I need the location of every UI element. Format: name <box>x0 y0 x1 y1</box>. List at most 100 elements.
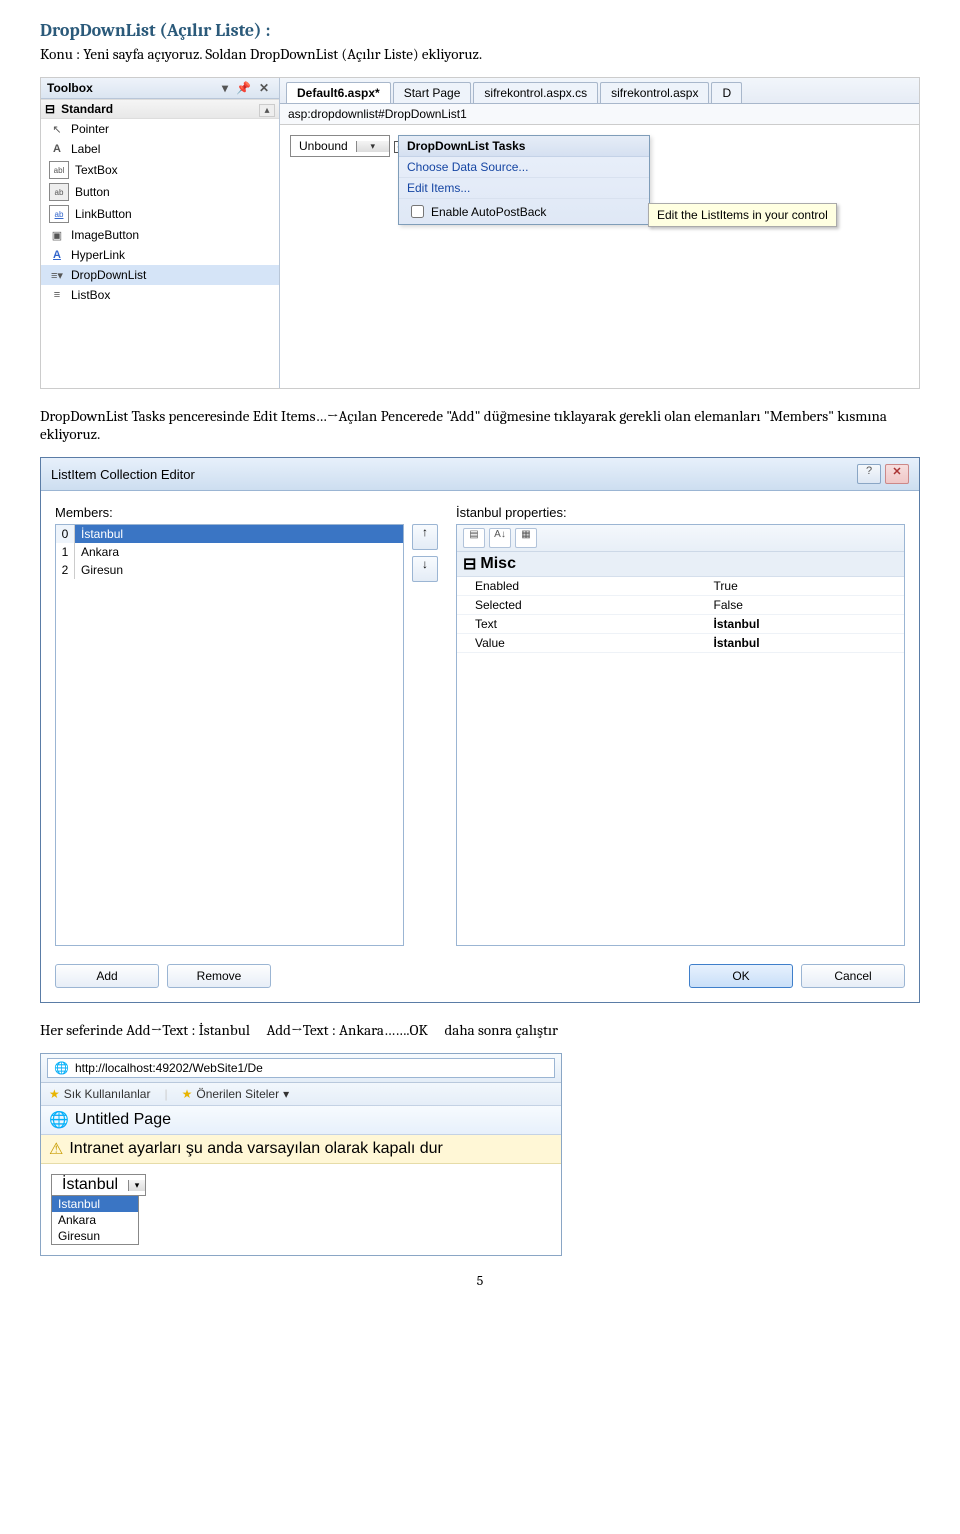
ddl-text: Unbound <box>291 139 356 153</box>
ie-page-icon: 🌐 <box>49 1110 69 1130</box>
move-up-button[interactable]: ↑ <box>412 524 438 550</box>
toolbox-header: Toolbox ▾ 📌 ✕ <box>41 78 279 99</box>
tab-more[interactable]: D <box>711 82 742 103</box>
designer-panel: Default6.aspx* Start Page sifrekontrol.a… <box>280 78 919 388</box>
breadcrumb[interactable]: asp:dropdownlist#DropDownList1 <box>280 104 919 125</box>
category-label: Standard <box>61 102 113 116</box>
toolbox-item-listbox[interactable]: ≡ListBox <box>41 285 279 305</box>
page-title: Untitled Page <box>75 1111 171 1129</box>
ie-page-icon: 🌐 <box>54 1061 69 1075</box>
dropdown-option-0[interactable]: Istanbul <box>52 1196 138 1212</box>
tab-sifrekontrol-aspx[interactable]: sifrekontrol.aspx <box>600 82 709 103</box>
smart-tasks-panel: DropDownList Tasks Choose Data Source...… <box>398 135 650 225</box>
toolbox-item-textbox[interactable]: ablTextBox <box>41 159 279 181</box>
chevron-down-icon[interactable]: ▾ <box>218 81 232 95</box>
toolbox-title: Toolbox <box>47 81 93 95</box>
infobar-text: Intranet ayarları şu anda varsayılan ola… <box>69 1140 443 1158</box>
close-icon[interactable]: ✕ <box>885 464 909 484</box>
information-bar[interactable]: ⚠ Intranet ayarları şu anda varsayılan o… <box>41 1135 561 1164</box>
dropdownlist-icon: ≡▾ <box>49 267 65 283</box>
imagebutton-icon: ▣ <box>49 227 65 243</box>
toolbox-panel: Toolbox ▾ 📌 ✕ ⊟ Standard ▴ ↖Pointer ALab… <box>41 78 280 388</box>
prop-row-enabled[interactable]: EnabledTrue <box>457 577 904 596</box>
url-field[interactable]: 🌐 http://localhost:49202/WebSite1/De <box>47 1058 555 1078</box>
warning-icon: ⚠ <box>49 1139 63 1159</box>
page-tab[interactable]: 🌐 Untitled Page <box>41 1106 561 1135</box>
member-row-0[interactable]: 0İstanbul <box>56 525 403 543</box>
prop-category-misc[interactable]: ⊟Misc <box>457 552 904 577</box>
prop-row-value[interactable]: Valueİstanbul <box>457 634 904 653</box>
help-icon[interactable]: ? <box>857 464 881 484</box>
pointer-icon: ↖ <box>49 121 65 137</box>
ok-button[interactable]: OK <box>689 964 793 988</box>
cancel-button[interactable]: Cancel <box>801 964 905 988</box>
dropdown-select[interactable]: İstanbul <box>51 1174 146 1196</box>
chevron-down-icon[interactable] <box>356 141 389 152</box>
hyperlink-icon: A <box>49 247 65 263</box>
suggested-sites-link[interactable]: ★Önerilen Siteler <box>182 1087 290 1101</box>
url-text: http://localhost:49202/WebSite1/De <box>75 1061 263 1075</box>
star-icon: ★ <box>182 1087 193 1101</box>
design-canvas[interactable]: Unbound < DropDownList Tasks Choose Data… <box>280 125 919 365</box>
dialog-titlebar[interactable]: ListItem Collection Editor ? ✕ <box>41 458 919 491</box>
collapse-icon: ⊟ <box>45 102 55 116</box>
prop-row-text[interactable]: Textİstanbul <box>457 615 904 634</box>
tab-startpage[interactable]: Start Page <box>393 82 472 103</box>
move-down-button[interactable]: ↓ <box>412 556 438 582</box>
label-icon: A <box>49 141 65 157</box>
listbox-icon: ≡ <box>49 287 65 303</box>
remove-button[interactable]: Remove <box>167 964 271 988</box>
favorites-button[interactable]: ★Sık Kullanılanlar <box>49 1087 150 1101</box>
tab-default6[interactable]: Default6.aspx* <box>286 82 391 103</box>
pin-icon[interactable]: 📌 <box>232 81 255 95</box>
dropdown-value: İstanbul <box>52 1176 128 1194</box>
alphabetical-icon[interactable]: A↓ <box>489 528 511 548</box>
collapse-icon: ⊟ <box>463 554 476 574</box>
dialog-title: ListItem Collection Editor <box>51 467 195 482</box>
tooltip: Edit the ListItems in your control <box>648 203 837 227</box>
smart-item-autopostback[interactable]: Enable AutoPostBack <box>399 199 649 224</box>
members-listbox[interactable]: 0İstanbul 1Ankara 2Giresun <box>55 524 404 946</box>
close-icon[interactable]: ✕ <box>255 81 273 95</box>
linkbutton-icon: ab <box>49 205 69 223</box>
page-number: 5 <box>40 1272 920 1289</box>
member-row-2[interactable]: 2Giresun <box>56 561 403 579</box>
properties-label: İstanbul properties: <box>456 505 905 520</box>
toolbox-item-hyperlink[interactable]: AHyperLink <box>41 245 279 265</box>
smart-panel-title: DropDownList Tasks <box>399 136 649 157</box>
autopostback-checkbox[interactable] <box>411 205 424 218</box>
tab-sifrekontrol-cs[interactable]: sifrekontrol.aspx.cs <box>473 82 598 103</box>
intro-para: Konu : Yeni sayfa açıyoruz. Soldan DropD… <box>40 45 920 63</box>
categorized-icon[interactable]: ▤ <box>463 528 485 548</box>
toolbox-item-button[interactable]: abButton <box>41 181 279 203</box>
browser-screenshot: 🌐 http://localhost:49202/WebSite1/De ★Sı… <box>40 1053 562 1256</box>
toolbox-item-dropdownlist[interactable]: ≡▾DropDownList <box>41 265 279 285</box>
propgrid-toolbar: ▤ A↓ ▦ <box>457 525 904 552</box>
smart-item-datasource[interactable]: Choose Data Source... <box>399 157 649 178</box>
toolbox-item-linkbutton[interactable]: abLinkButton <box>41 203 279 225</box>
doc-title: DropDownList (Açılır Liste) : <box>40 20 920 41</box>
add-button[interactable]: Add <box>55 964 159 988</box>
toolbox-category[interactable]: ⊟ Standard <box>41 99 279 119</box>
toolbox-item-pointer[interactable]: ↖Pointer <box>41 119 279 139</box>
listitem-editor-dialog: ListItem Collection Editor ? ✕ Members: … <box>40 457 920 1003</box>
toolbox-item-imagebutton[interactable]: ▣ImageButton <box>41 225 279 245</box>
members-label: Members: <box>55 505 446 520</box>
dropdown-option-1[interactable]: Ankara <box>52 1212 138 1228</box>
document-tabs: Default6.aspx* Start Page sifrekontrol.a… <box>280 78 919 104</box>
smart-item-edititems[interactable]: Edit Items... <box>399 178 649 199</box>
chevron-down-icon[interactable] <box>128 1180 145 1191</box>
member-row-1[interactable]: 1Ankara <box>56 543 403 561</box>
chevron-down-icon <box>283 1087 289 1101</box>
property-grid[interactable]: ▤ A↓ ▦ ⊟Misc EnabledTrue SelectedFalse T… <box>456 524 905 946</box>
sort-up-icon[interactable]: ▴ <box>259 104 275 117</box>
para-3: Her seferinde Add→Text : İstanbul Add→Te… <box>40 1021 920 1039</box>
property-pages-icon[interactable]: ▦ <box>515 528 537 548</box>
dropdownlist-control[interactable]: Unbound <box>290 135 390 157</box>
prop-row-selected[interactable]: SelectedFalse <box>457 596 904 615</box>
address-bar: 🌐 http://localhost:49202/WebSite1/De <box>41 1054 561 1083</box>
dropdown-option-2[interactable]: Giresun <box>52 1228 138 1244</box>
dropdown-options-list: Istanbul Ankara Giresun <box>51 1196 139 1245</box>
favorites-bar: ★Sık Kullanılanlar | ★Önerilen Siteler <box>41 1083 561 1106</box>
toolbox-item-label[interactable]: ALabel <box>41 139 279 159</box>
